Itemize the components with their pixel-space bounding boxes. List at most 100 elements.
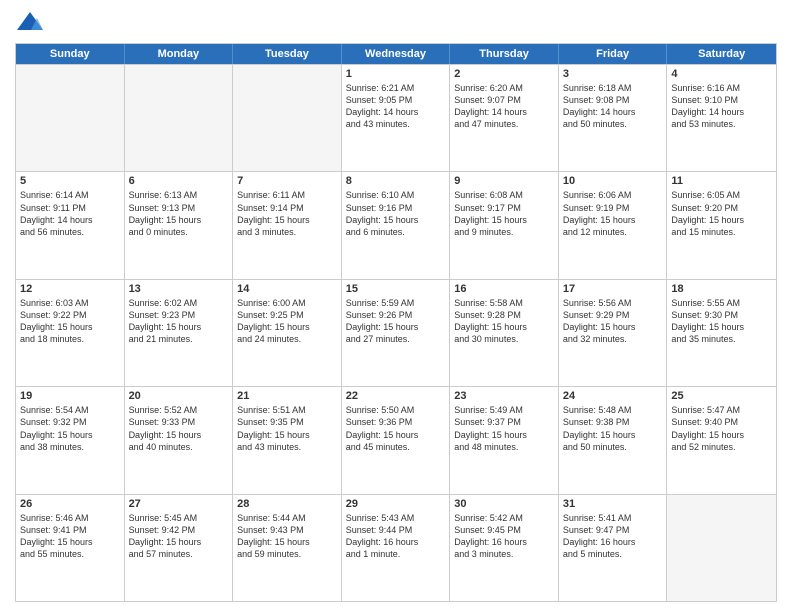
calendar-cell bbox=[125, 65, 234, 171]
cell-detail: Sunrise: 5:51 AM Sunset: 9:35 PM Dayligh… bbox=[237, 404, 337, 453]
calendar-cell: 20 Sunrise: 5:52 AM Sunset: 9:33 PM Dayli… bbox=[125, 387, 234, 493]
day-number: 1 bbox=[346, 68, 446, 80]
calendar-cell: 28Sunrise: 5:44 AM Sunset: 9:43 PM Dayli… bbox=[233, 495, 342, 601]
header-day-sunday: Sunday bbox=[16, 44, 125, 64]
day-number: 26 bbox=[20, 498, 120, 510]
day-number: 22 bbox=[346, 390, 446, 402]
header-day-friday: Friday bbox=[559, 44, 668, 64]
cell-detail: Sunrise: 6:18 AM Sunset: 9:08 PM Dayligh… bbox=[563, 82, 663, 131]
cell-detail: Sunrise: 6:11 AM Sunset: 9:14 PM Dayligh… bbox=[237, 189, 337, 238]
cell-detail: Sunrise: 5:49 AM Sunset: 9:37 PM Dayligh… bbox=[454, 404, 554, 453]
calendar-cell: 1 Sunrise: 6:21 AM Sunset: 9:05 PM Daylig… bbox=[342, 65, 451, 171]
calendar-row-5: 26Sunrise: 5:46 AM Sunset: 9:41 PM Dayli… bbox=[16, 494, 776, 601]
calendar-cell: 5 Sunrise: 6:14 AM Sunset: 9:11 PM Daylig… bbox=[16, 172, 125, 278]
cell-detail: Sunrise: 6:13 AM Sunset: 9:13 PM Dayligh… bbox=[129, 189, 229, 238]
cell-detail: Sunrise: 5:43 AM Sunset: 9:44 PM Dayligh… bbox=[346, 512, 446, 561]
calendar-cell: 22 Sunrise: 5:50 AM Sunset: 9:36 PM Dayli… bbox=[342, 387, 451, 493]
cell-detail: Sunrise: 5:52 AM Sunset: 9:33 PM Dayligh… bbox=[129, 404, 229, 453]
calendar-cell: 18Sunrise: 5:55 AM Sunset: 9:30 PM Dayli… bbox=[667, 280, 776, 386]
day-number: 14 bbox=[237, 283, 337, 295]
calendar-cell: 16 Sunrise: 5:58 AM Sunset: 9:28 PM Dayli… bbox=[450, 280, 559, 386]
day-number: 21 bbox=[237, 390, 337, 402]
day-number: 16 bbox=[454, 283, 554, 295]
cell-detail: Sunrise: 5:50 AM Sunset: 9:36 PM Dayligh… bbox=[346, 404, 446, 453]
cell-detail: Sunrise: 6:08 AM Sunset: 9:17 PM Dayligh… bbox=[454, 189, 554, 238]
calendar-cell: 19 Sunrise: 5:54 AM Sunset: 9:32 PM Dayli… bbox=[16, 387, 125, 493]
day-number: 15 bbox=[346, 283, 446, 295]
day-number: 3 bbox=[563, 68, 663, 80]
cell-detail: Sunrise: 6:06 AM Sunset: 9:19 PM Dayligh… bbox=[563, 189, 663, 238]
header-day-wednesday: Wednesday bbox=[342, 44, 451, 64]
header-day-tuesday: Tuesday bbox=[233, 44, 342, 64]
calendar-cell: 10 Sunrise: 6:06 AM Sunset: 9:19 PM Dayli… bbox=[559, 172, 668, 278]
logo-icon bbox=[15, 10, 45, 35]
day-number: 19 bbox=[20, 390, 120, 402]
header-day-thursday: Thursday bbox=[450, 44, 559, 64]
calendar: SundayMondayTuesdayWednesdayThursdayFrid… bbox=[15, 43, 777, 602]
calendar-cell: 27 Sunrise: 5:45 AM Sunset: 9:42 PM Dayli… bbox=[125, 495, 234, 601]
cell-detail: Sunrise: 5:47 AM Sunset: 9:40 PM Dayligh… bbox=[671, 404, 772, 453]
cell-detail: Sunrise: 5:41 AM Sunset: 9:47 PM Dayligh… bbox=[563, 512, 663, 561]
day-number: 10 bbox=[563, 175, 663, 187]
calendar-cell bbox=[16, 65, 125, 171]
calendar-row-4: 19 Sunrise: 5:54 AM Sunset: 9:32 PM Dayli… bbox=[16, 386, 776, 493]
cell-detail: Sunrise: 6:21 AM Sunset: 9:05 PM Dayligh… bbox=[346, 82, 446, 131]
day-number: 20 bbox=[129, 390, 229, 402]
calendar-cell: 2Sunrise: 6:20 AM Sunset: 9:07 PM Daylig… bbox=[450, 65, 559, 171]
calendar-cell: 26Sunrise: 5:46 AM Sunset: 9:41 PM Dayli… bbox=[16, 495, 125, 601]
day-number: 30 bbox=[454, 498, 554, 510]
cell-detail: Sunrise: 5:59 AM Sunset: 9:26 PM Dayligh… bbox=[346, 297, 446, 346]
calendar-cell bbox=[667, 495, 776, 601]
calendar-row-1: 1 Sunrise: 6:21 AM Sunset: 9:05 PM Daylig… bbox=[16, 64, 776, 171]
day-number: 24 bbox=[563, 390, 663, 402]
page-header bbox=[15, 10, 777, 35]
calendar-cell: 14 Sunrise: 6:00 AM Sunset: 9:25 PM Dayli… bbox=[233, 280, 342, 386]
cell-detail: Sunrise: 6:00 AM Sunset: 9:25 PM Dayligh… bbox=[237, 297, 337, 346]
calendar-cell: 11 Sunrise: 6:05 AM Sunset: 9:20 PM Dayli… bbox=[667, 172, 776, 278]
cell-detail: Sunrise: 6:02 AM Sunset: 9:23 PM Dayligh… bbox=[129, 297, 229, 346]
calendar-cell: 3 Sunrise: 6:18 AM Sunset: 9:08 PM Daylig… bbox=[559, 65, 668, 171]
day-number: 13 bbox=[129, 283, 229, 295]
header-day-saturday: Saturday bbox=[667, 44, 776, 64]
logo bbox=[15, 10, 49, 35]
cell-detail: Sunrise: 6:03 AM Sunset: 9:22 PM Dayligh… bbox=[20, 297, 120, 346]
calendar-cell: 17 Sunrise: 5:56 AM Sunset: 9:29 PM Dayli… bbox=[559, 280, 668, 386]
calendar-cell: 4 Sunrise: 6:16 AM Sunset: 9:10 PM Daylig… bbox=[667, 65, 776, 171]
cell-detail: Sunrise: 5:58 AM Sunset: 9:28 PM Dayligh… bbox=[454, 297, 554, 346]
cell-detail: Sunrise: 5:54 AM Sunset: 9:32 PM Dayligh… bbox=[20, 404, 120, 453]
cell-detail: Sunrise: 5:42 AM Sunset: 9:45 PM Dayligh… bbox=[454, 512, 554, 561]
calendar-cell: 12Sunrise: 6:03 AM Sunset: 9:22 PM Dayli… bbox=[16, 280, 125, 386]
day-number: 27 bbox=[129, 498, 229, 510]
day-number: 18 bbox=[671, 283, 772, 295]
day-number: 7 bbox=[237, 175, 337, 187]
day-number: 29 bbox=[346, 498, 446, 510]
calendar-cell: 31Sunrise: 5:41 AM Sunset: 9:47 PM Dayli… bbox=[559, 495, 668, 601]
day-number: 4 bbox=[671, 68, 772, 80]
day-number: 25 bbox=[671, 390, 772, 402]
calendar-row-2: 5 Sunrise: 6:14 AM Sunset: 9:11 PM Daylig… bbox=[16, 171, 776, 278]
calendar-cell bbox=[233, 65, 342, 171]
cell-detail: Sunrise: 5:45 AM Sunset: 9:42 PM Dayligh… bbox=[129, 512, 229, 561]
cell-detail: Sunrise: 6:14 AM Sunset: 9:11 PM Dayligh… bbox=[20, 189, 120, 238]
header-day-monday: Monday bbox=[125, 44, 234, 64]
cell-detail: Sunrise: 6:05 AM Sunset: 9:20 PM Dayligh… bbox=[671, 189, 772, 238]
cell-detail: Sunrise: 5:56 AM Sunset: 9:29 PM Dayligh… bbox=[563, 297, 663, 346]
calendar-cell: 8 Sunrise: 6:10 AM Sunset: 9:16 PM Daylig… bbox=[342, 172, 451, 278]
calendar-cell: 23Sunrise: 5:49 AM Sunset: 9:37 PM Dayli… bbox=[450, 387, 559, 493]
calendar-cell: 24 Sunrise: 5:48 AM Sunset: 9:38 PM Dayli… bbox=[559, 387, 668, 493]
day-number: 5 bbox=[20, 175, 120, 187]
calendar-cell: 25 Sunrise: 5:47 AM Sunset: 9:40 PM Dayli… bbox=[667, 387, 776, 493]
calendar-cell: 30 Sunrise: 5:42 AM Sunset: 9:45 PM Dayli… bbox=[450, 495, 559, 601]
day-number: 8 bbox=[346, 175, 446, 187]
day-number: 28 bbox=[237, 498, 337, 510]
calendar-body: 1 Sunrise: 6:21 AM Sunset: 9:05 PM Daylig… bbox=[16, 64, 776, 601]
calendar-cell: 13 Sunrise: 6:02 AM Sunset: 9:23 PM Dayli… bbox=[125, 280, 234, 386]
day-number: 2 bbox=[454, 68, 554, 80]
day-number: 17 bbox=[563, 283, 663, 295]
day-number: 11 bbox=[671, 175, 772, 187]
calendar-cell: 7 Sunrise: 6:11 AM Sunset: 9:14 PM Daylig… bbox=[233, 172, 342, 278]
cell-detail: Sunrise: 6:10 AM Sunset: 9:16 PM Dayligh… bbox=[346, 189, 446, 238]
cell-detail: Sunrise: 6:16 AM Sunset: 9:10 PM Dayligh… bbox=[671, 82, 772, 131]
calendar-cell: 29 Sunrise: 5:43 AM Sunset: 9:44 PM Dayli… bbox=[342, 495, 451, 601]
cell-detail: Sunrise: 5:48 AM Sunset: 9:38 PM Dayligh… bbox=[563, 404, 663, 453]
